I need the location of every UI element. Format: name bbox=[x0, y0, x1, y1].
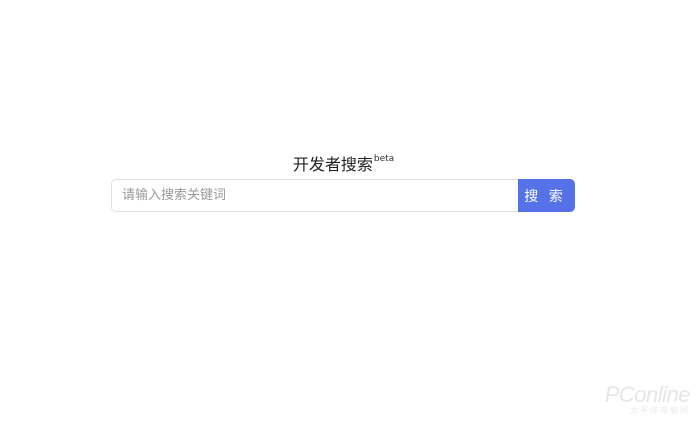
watermark-logo-text: PConline bbox=[604, 382, 691, 407]
search-bar: 搜 索 bbox=[111, 179, 575, 212]
page-title-text: 开发者搜索 bbox=[292, 155, 373, 174]
search-input[interactable] bbox=[111, 179, 518, 212]
beta-badge: beta bbox=[373, 154, 395, 164]
watermark-subtitle: 太平洋电脑网 bbox=[630, 406, 690, 415]
page-title: 开发者搜索beta bbox=[0, 148, 687, 176]
search-button[interactable]: 搜 索 bbox=[518, 179, 575, 212]
watermark-logo: PConline 太平洋电脑网 bbox=[604, 382, 691, 415]
